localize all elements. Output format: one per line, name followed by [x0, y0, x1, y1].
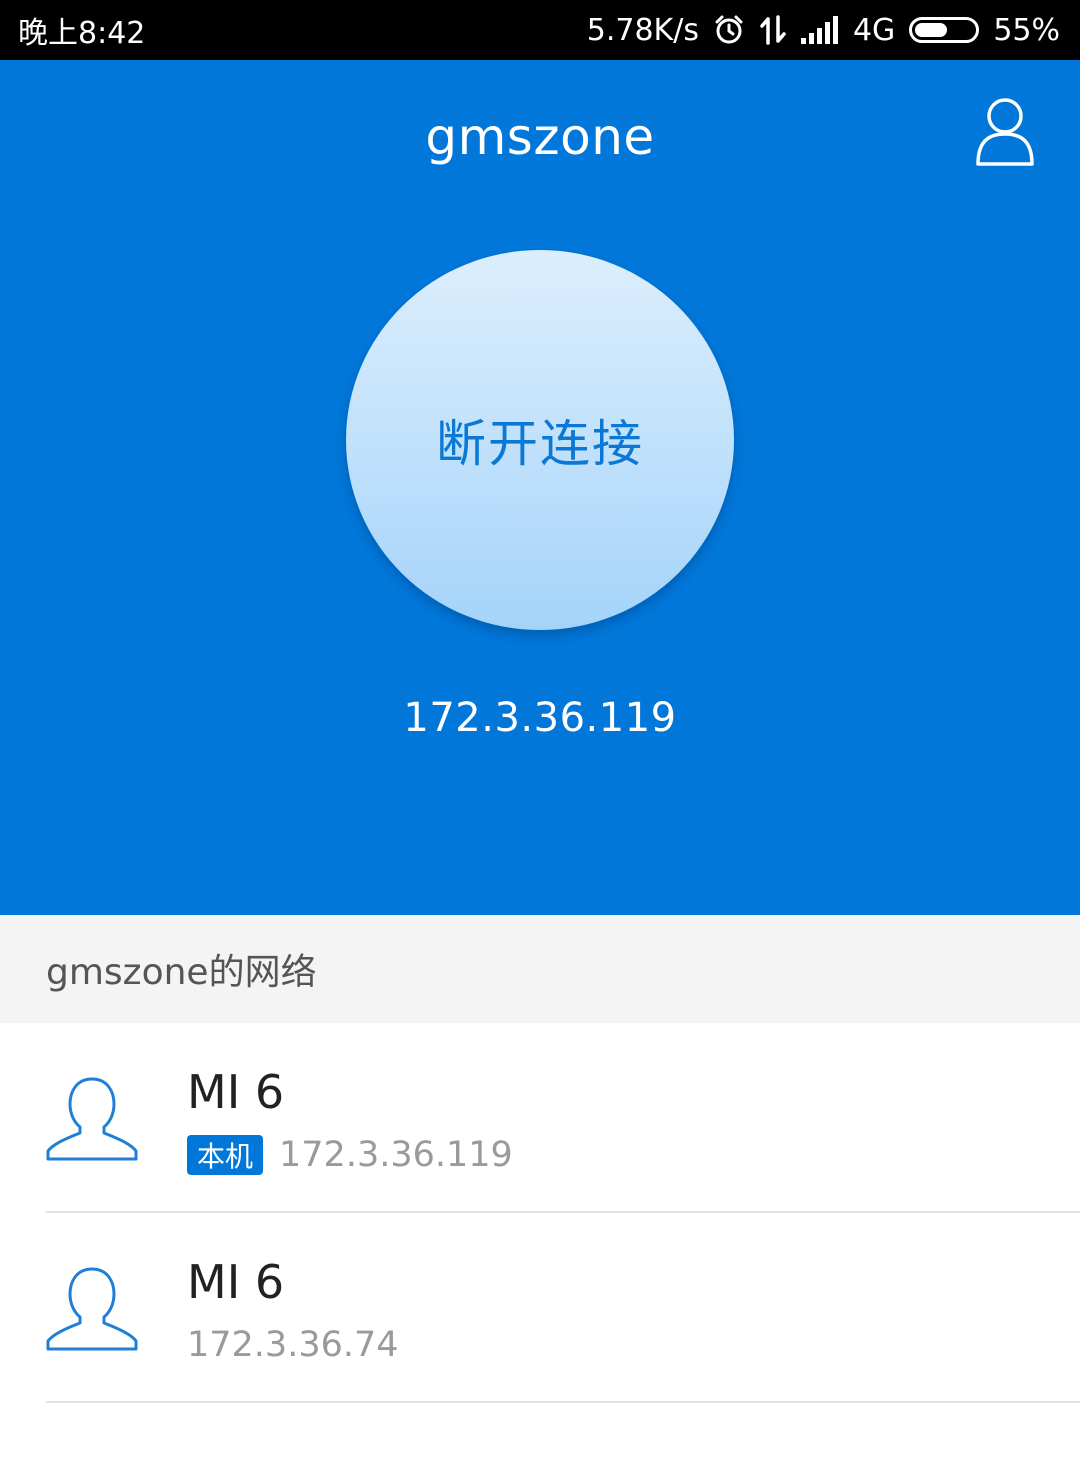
disconnect-label: 断开连接	[436, 415, 644, 473]
device-ip: 172.3.36.74	[187, 1325, 399, 1365]
user-outline-icon	[976, 98, 1034, 166]
device-list-item[interactable]: MI 6 本机 172.3.36.119	[0, 1023, 1080, 1213]
disconnect-button[interactable]: 断开连接	[346, 250, 734, 630]
device-details: 172.3.36.74	[187, 1325, 399, 1365]
local-ip-address: 172.3.36.119	[403, 695, 677, 741]
battery-icon	[909, 17, 980, 43]
battery-percent: 55%	[993, 12, 1060, 48]
person-icon	[46, 1077, 138, 1161]
network-type: 4G	[852, 12, 896, 48]
signal-icon	[800, 16, 839, 44]
alarm-icon	[713, 14, 745, 46]
device-name: MI 6	[187, 1255, 285, 1309]
section-title: gmszone的网络	[46, 952, 317, 993]
network-section-header: gmszone的网络	[0, 915, 1080, 1023]
app-title: gmszone	[425, 108, 655, 166]
device-ip: 172.3.36.119	[279, 1135, 513, 1175]
device-details: 本机 172.3.36.119	[187, 1135, 513, 1175]
profile-button[interactable]	[972, 96, 1038, 168]
connection-panel: gmszone 断开连接 172.3.36.119	[0, 60, 1080, 915]
data-transfer-icon	[759, 15, 787, 45]
local-device-badge: 本机	[187, 1135, 264, 1175]
status-time: 晚上8:42	[18, 16, 146, 51]
device-name: MI 6	[187, 1065, 285, 1119]
divider	[46, 1401, 1080, 1403]
status-bar: 晚上8:42 5.78K/s 4G 55%	[0, 0, 1080, 60]
device-list-item[interactable]: MI 6 172.3.36.74	[0, 1213, 1080, 1403]
net-speed: 5.78K/s	[586, 12, 699, 48]
person-icon	[46, 1267, 138, 1351]
